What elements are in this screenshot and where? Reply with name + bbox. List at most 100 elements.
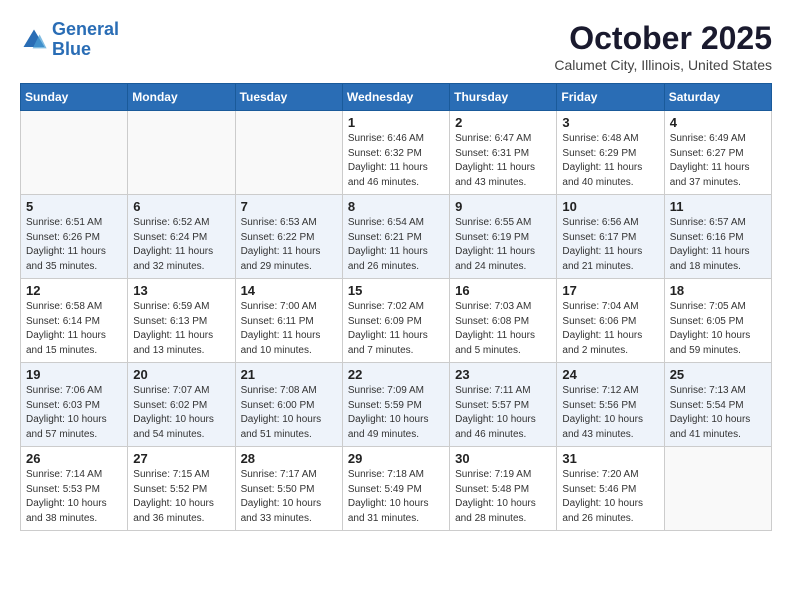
calendar-cell: 24Sunrise: 7:12 AM Sunset: 5:56 PM Dayli… xyxy=(557,363,664,447)
day-info: Sunrise: 6:59 AM Sunset: 6:13 PM Dayligh… xyxy=(133,300,229,358)
weekday-header: Monday xyxy=(128,84,235,111)
day-number: 16 xyxy=(455,283,551,298)
day-number: 9 xyxy=(455,199,551,214)
day-info: Sunrise: 6:56 AM Sunset: 6:17 PM Dayligh… xyxy=(562,216,658,274)
title-area: October 2025 Calumet City, Illinois, Uni… xyxy=(554,20,772,73)
day-number: 27 xyxy=(133,451,229,466)
calendar-week-row: 19Sunrise: 7:06 AM Sunset: 6:03 PM Dayli… xyxy=(21,363,772,447)
day-number: 13 xyxy=(133,283,229,298)
day-info: Sunrise: 6:53 AM Sunset: 6:22 PM Dayligh… xyxy=(241,216,337,274)
day-info: Sunrise: 7:19 AM Sunset: 5:48 PM Dayligh… xyxy=(455,468,551,526)
calendar-cell: 15Sunrise: 7:02 AM Sunset: 6:09 PM Dayli… xyxy=(342,279,449,363)
calendar-cell: 6Sunrise: 6:52 AM Sunset: 6:24 PM Daylig… xyxy=(128,195,235,279)
location-subtitle: Calumet City, Illinois, United States xyxy=(554,57,772,73)
day-info: Sunrise: 6:58 AM Sunset: 6:14 PM Dayligh… xyxy=(26,300,122,358)
day-info: Sunrise: 7:15 AM Sunset: 5:52 PM Dayligh… xyxy=(133,468,229,526)
calendar-cell: 19Sunrise: 7:06 AM Sunset: 6:03 PM Dayli… xyxy=(21,363,128,447)
day-info: Sunrise: 7:18 AM Sunset: 5:49 PM Dayligh… xyxy=(348,468,444,526)
calendar-cell: 17 Sunrise: 7:04 AM Sunset: 6:06 PM Dayli… xyxy=(557,279,664,363)
calendar-cell xyxy=(21,111,128,195)
weekday-header: Sunday xyxy=(21,84,128,111)
day-number: 28 xyxy=(241,451,337,466)
calendar-cell: 27 Sunrise: 7:15 AM Sunset: 5:52 PM Dayli… xyxy=(128,447,235,531)
calendar-cell: 31 Sunrise: 7:20 AM Sunset: 5:46 PM Dayli… xyxy=(557,447,664,531)
calendar-cell: 1 Sunrise: 6:46 AM Sunset: 6:32 PM Daylig… xyxy=(342,111,449,195)
logo-text: General Blue xyxy=(52,20,119,60)
weekday-header: Thursday xyxy=(450,84,557,111)
day-info: Sunrise: 7:13 AM Sunset: 5:54 PM Dayligh… xyxy=(670,384,766,442)
day-number: 10 xyxy=(562,199,658,214)
day-number: 3 xyxy=(562,115,658,130)
calendar-cell: 4Sunrise: 6:49 AM Sunset: 6:27 PM Daylig… xyxy=(664,111,771,195)
calendar-cell: 22 Sunrise: 7:09 AM Sunset: 5:59 PM Dayli… xyxy=(342,363,449,447)
calendar-cell: 7 Sunrise: 6:53 AM Sunset: 6:22 PM Daylig… xyxy=(235,195,342,279)
day-info: Sunrise: 7:09 AM Sunset: 5:59 PM Dayligh… xyxy=(348,384,444,442)
calendar-week-row: 1 Sunrise: 6:46 AM Sunset: 6:32 PM Daylig… xyxy=(21,111,772,195)
calendar-cell: 8 Sunrise: 6:54 AM Sunset: 6:21 PM Daylig… xyxy=(342,195,449,279)
day-number: 21 xyxy=(241,367,337,382)
day-info: Sunrise: 7:07 AM Sunset: 6:02 PM Dayligh… xyxy=(133,384,229,442)
calendar-cell: 29 Sunrise: 7:18 AM Sunset: 5:49 PM Dayli… xyxy=(342,447,449,531)
day-number: 11 xyxy=(670,199,766,214)
day-info: Sunrise: 7:20 AM Sunset: 5:46 PM Dayligh… xyxy=(562,468,658,526)
calendar-cell: 21 Sunrise: 7:08 AM Sunset: 6:00 PM Dayli… xyxy=(235,363,342,447)
calendar-cell xyxy=(128,111,235,195)
calendar-week-row: 12 Sunrise: 6:58 AM Sunset: 6:14 PM Dayli… xyxy=(21,279,772,363)
day-info: Sunrise: 7:14 AM Sunset: 5:53 PM Dayligh… xyxy=(26,468,122,526)
day-number: 12 xyxy=(26,283,122,298)
day-number: 30 xyxy=(455,451,551,466)
calendar-cell: 13 Sunrise: 6:59 AM Sunset: 6:13 PM Dayli… xyxy=(128,279,235,363)
day-number: 29 xyxy=(348,451,444,466)
calendar-cell xyxy=(235,111,342,195)
day-info: Sunrise: 6:52 AM Sunset: 6:24 PM Dayligh… xyxy=(133,216,229,274)
day-number: 4 xyxy=(670,115,766,130)
day-info: Sunrise: 6:55 AM Sunset: 6:19 PM Dayligh… xyxy=(455,216,551,274)
calendar-cell: 25 Sunrise: 7:13 AM Sunset: 5:54 PM Dayli… xyxy=(664,363,771,447)
calendar-cell xyxy=(664,447,771,531)
calendar-table: SundayMondayTuesdayWednesdayThursdayFrid… xyxy=(20,83,772,531)
day-number: 22 xyxy=(348,367,444,382)
calendar-cell: 9 Sunrise: 6:55 AM Sunset: 6:19 PM Daylig… xyxy=(450,195,557,279)
calendar-cell: 5Sunrise: 6:51 AM Sunset: 6:26 PM Daylig… xyxy=(21,195,128,279)
day-info: Sunrise: 7:04 AM Sunset: 6:06 PM Dayligh… xyxy=(562,300,658,358)
logo: General Blue xyxy=(20,20,119,60)
day-number: 20 xyxy=(133,367,229,382)
page-header: General Blue October 2025 Calumet City, … xyxy=(20,20,772,73)
calendar-cell: 3 Sunrise: 6:48 AM Sunset: 6:29 PM Daylig… xyxy=(557,111,664,195)
day-number: 1 xyxy=(348,115,444,130)
month-title: October 2025 xyxy=(554,20,772,57)
calendar-cell: 20 Sunrise: 7:07 AM Sunset: 6:02 PM Dayli… xyxy=(128,363,235,447)
day-number: 2 xyxy=(455,115,551,130)
day-number: 8 xyxy=(348,199,444,214)
day-info: Sunrise: 6:47 AM Sunset: 6:31 PM Dayligh… xyxy=(455,132,551,190)
day-info: Sunrise: 7:00 AM Sunset: 6:11 PM Dayligh… xyxy=(241,300,337,358)
day-number: 7 xyxy=(241,199,337,214)
day-info: Sunrise: 6:48 AM Sunset: 6:29 PM Dayligh… xyxy=(562,132,658,190)
day-number: 25 xyxy=(670,367,766,382)
calendar-week-row: 26 Sunrise: 7:14 AM Sunset: 5:53 PM Dayli… xyxy=(21,447,772,531)
day-number: 24 xyxy=(562,367,658,382)
weekday-header: Saturday xyxy=(664,84,771,111)
day-info: Sunrise: 7:06 AM Sunset: 6:03 PM Dayligh… xyxy=(26,384,122,442)
calendar-week-row: 5Sunrise: 6:51 AM Sunset: 6:26 PM Daylig… xyxy=(21,195,772,279)
calendar-cell: 12 Sunrise: 6:58 AM Sunset: 6:14 PM Dayli… xyxy=(21,279,128,363)
calendar-header-row: SundayMondayTuesdayWednesdayThursdayFrid… xyxy=(21,84,772,111)
logo-icon xyxy=(20,26,48,54)
weekday-header: Friday xyxy=(557,84,664,111)
day-number: 26 xyxy=(26,451,122,466)
day-info: Sunrise: 6:57 AM Sunset: 6:16 PM Dayligh… xyxy=(670,216,766,274)
day-number: 15 xyxy=(348,283,444,298)
day-number: 23 xyxy=(455,367,551,382)
day-number: 31 xyxy=(562,451,658,466)
day-info: Sunrise: 7:08 AM Sunset: 6:00 PM Dayligh… xyxy=(241,384,337,442)
weekday-header: Wednesday xyxy=(342,84,449,111)
day-number: 17 xyxy=(562,283,658,298)
calendar-cell: 16Sunrise: 7:03 AM Sunset: 6:08 PM Dayli… xyxy=(450,279,557,363)
day-info: Sunrise: 7:05 AM Sunset: 6:05 PM Dayligh… xyxy=(670,300,766,358)
day-info: Sunrise: 7:17 AM Sunset: 5:50 PM Dayligh… xyxy=(241,468,337,526)
day-number: 5 xyxy=(26,199,122,214)
calendar-cell: 18Sunrise: 7:05 AM Sunset: 6:05 PM Dayli… xyxy=(664,279,771,363)
calendar-cell: 23Sunrise: 7:11 AM Sunset: 5:57 PM Dayli… xyxy=(450,363,557,447)
day-info: Sunrise: 6:46 AM Sunset: 6:32 PM Dayligh… xyxy=(348,132,444,190)
day-info: Sunrise: 6:54 AM Sunset: 6:21 PM Dayligh… xyxy=(348,216,444,274)
